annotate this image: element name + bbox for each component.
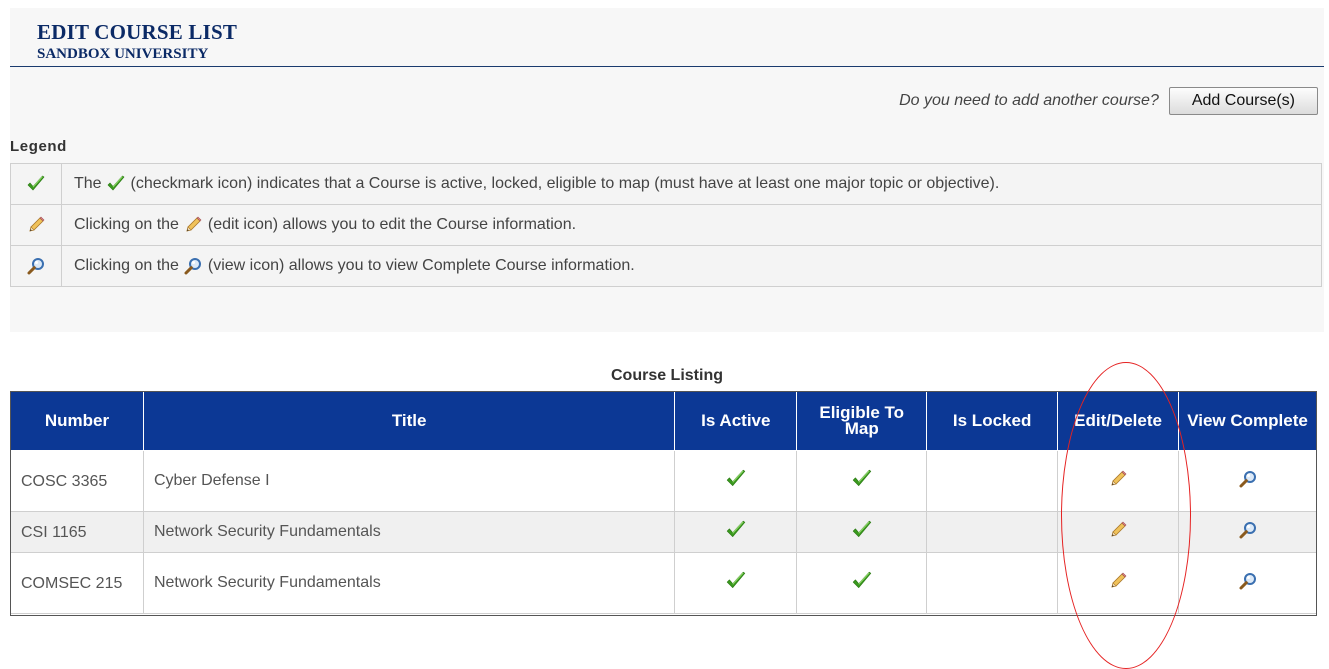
is-active-cell <box>674 552 798 614</box>
is-locked-cell <box>926 511 1059 553</box>
pencil-icon <box>26 215 46 235</box>
legend-row-checkmark: The (checkmark icon) indicates that a Co… <box>10 163 1322 205</box>
magnifier-icon <box>183 256 203 276</box>
view-cell <box>1178 552 1317 614</box>
course-listing-caption: Course Listing <box>610 367 723 384</box>
column-header-eligible-to-map[interactable]: Eligible To Map <box>796 391 928 451</box>
legend-text-prefix: Clicking on the <box>74 257 179 275</box>
pencil-icon[interactable] <box>1108 571 1128 591</box>
legend-row-edit: Clicking on the (edit icon) allows you t… <box>10 204 1322 246</box>
column-header-is-active[interactable]: Is Active <box>674 391 798 451</box>
page-subtitle: SANDBOX UNIVERSITY <box>37 46 209 62</box>
course-number: COSC 3365 <box>10 450 144 512</box>
checkmark-icon <box>725 468 747 490</box>
checkmark-icon <box>851 468 873 490</box>
checkmark-icon <box>26 174 46 194</box>
checkmark-icon <box>725 519 747 541</box>
view-cell <box>1178 450 1317 512</box>
eligible-to-map-cell <box>796 450 928 512</box>
eligible-to-map-cell <box>796 552 928 614</box>
add-course-row: Do you need to add another course? Add C… <box>899 87 1318 115</box>
course-number: CSI 1165 <box>10 511 144 553</box>
add-course-question: Do you need to add another course? <box>899 92 1159 109</box>
pencil-icon[interactable] <box>1108 469 1128 489</box>
magnifier-icon[interactable] <box>1238 571 1258 591</box>
magnifier-icon[interactable] <box>1238 520 1258 540</box>
table-row: COMSEC 215 Network Security Fundamentals <box>10 552 1317 614</box>
page-header: EDIT COURSE LIST SANDBOX UNIVERSITY <box>10 8 1324 67</box>
legend-text: (edit icon) allows you to edit the Cours… <box>207 216 577 234</box>
is-locked-cell <box>926 552 1059 614</box>
is-locked-cell <box>926 450 1059 512</box>
checkmark-icon <box>106 174 126 194</box>
legend-row-view: Clicking on the (view icon) allows you t… <box>10 245 1322 287</box>
column-header-title[interactable]: Title <box>142 391 676 451</box>
column-header-is-locked[interactable]: Is Locked <box>926 391 1059 451</box>
pencil-icon[interactable] <box>1108 520 1128 540</box>
table-row: CSI 1165 Network Security Fundamentals <box>10 511 1317 553</box>
column-header-number[interactable]: Number <box>10 391 144 451</box>
edit-cell <box>1057 511 1180 553</box>
legend-text-prefix: The <box>74 175 102 193</box>
legend-text: (view icon) allows you to view Complete … <box>207 257 635 275</box>
course-title: Network Security Fundamentals <box>142 511 676 553</box>
table-row: COSC 3365 Cyber Defense I <box>10 450 1317 512</box>
table-header-row: Number Title Is Active Eligible To Map I… <box>10 391 1317 451</box>
add-course-button[interactable]: Add Course(s) <box>1168 87 1318 115</box>
content-panel: Do you need to add another course? Add C… <box>10 67 1324 332</box>
course-title: Network Security Fundamentals <box>142 552 676 614</box>
checkmark-icon <box>851 519 873 541</box>
view-cell <box>1178 511 1317 553</box>
legend-title: Legend <box>10 138 67 155</box>
edit-cell <box>1057 552 1180 614</box>
page-title: EDIT COURSE LIST <box>37 20 238 44</box>
legend-table: The (checkmark icon) indicates that a Co… <box>10 163 1322 287</box>
is-active-cell <box>674 511 798 553</box>
checkmark-icon <box>851 570 873 592</box>
checkmark-icon <box>725 570 747 592</box>
column-header-view-complete: View Complete <box>1178 391 1317 451</box>
course-title: Cyber Defense I <box>142 450 676 512</box>
is-active-cell <box>674 450 798 512</box>
legend-text-prefix: Clicking on the <box>74 216 179 234</box>
eligible-to-map-cell <box>796 511 928 553</box>
course-number: COMSEC 215 <box>10 552 144 614</box>
legend-text: (checkmark icon) indicates that a Course… <box>130 175 1000 193</box>
edit-cell <box>1057 450 1180 512</box>
column-header-edit-delete: Edit/Delete <box>1057 391 1180 451</box>
course-listing-table: Number Title Is Active Eligible To Map I… <box>10 391 1317 614</box>
magnifier-icon[interactable] <box>1238 469 1258 489</box>
magnifier-icon <box>26 256 46 276</box>
pencil-icon <box>183 215 203 235</box>
